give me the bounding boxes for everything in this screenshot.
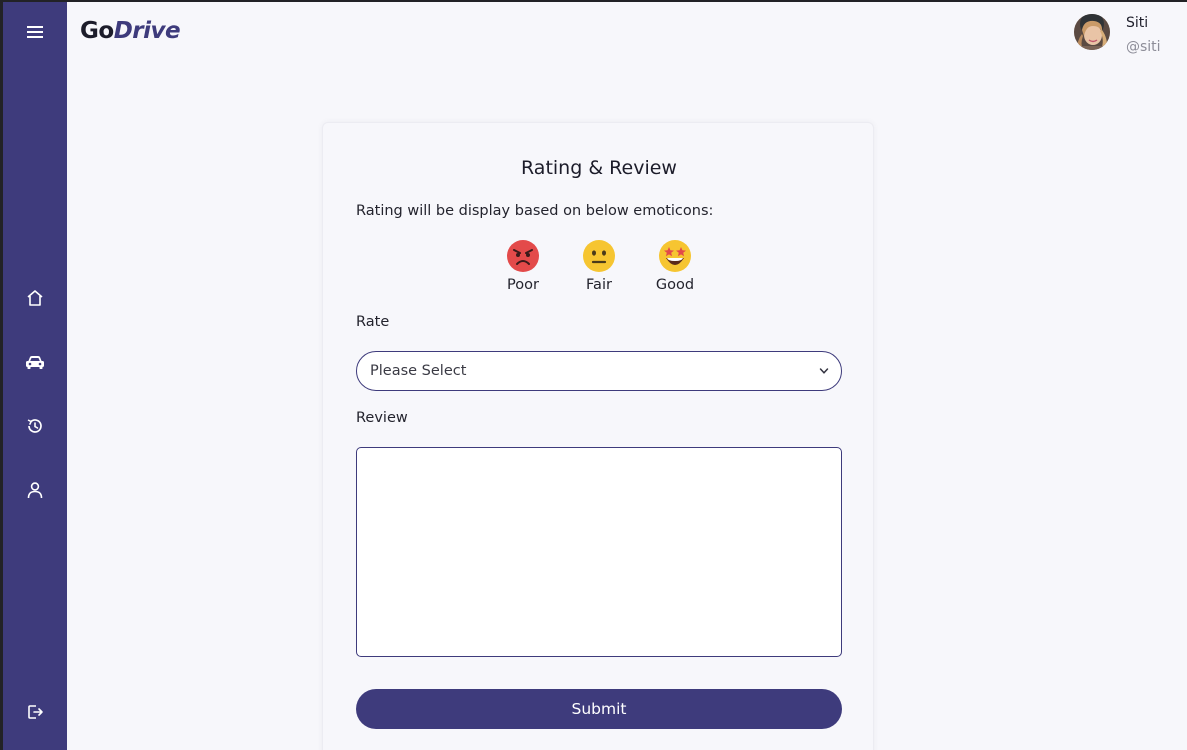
rate-label: Rate [356, 314, 390, 330]
star-struck-face-icon [659, 240, 691, 272]
emoticon-label: Fair [586, 277, 612, 293]
review-textarea[interactable] [356, 447, 842, 657]
car-icon [26, 356, 44, 369]
app-logo[interactable]: GoDrive [80, 18, 181, 44]
avatar-image [1074, 14, 1110, 50]
user-icon [27, 482, 43, 499]
menu-button[interactable] [3, 12, 67, 52]
page-title: Rating & Review [521, 157, 677, 179]
chevron-down-icon [819, 368, 829, 374]
emoticon-good: Good [652, 239, 698, 293]
brand-suffix: Drive [113, 18, 181, 44]
angry-face-icon [507, 240, 539, 272]
user-handle: @siti [1126, 39, 1161, 55]
sidebar-item-home[interactable] [3, 278, 67, 318]
rate-select[interactable]: Please Select [356, 351, 842, 391]
user-meta: Siti @siti [1126, 14, 1161, 56]
window-top-border [0, 0, 1187, 2]
home-icon [27, 290, 43, 306]
avatar[interactable] [1074, 14, 1110, 50]
user-profile[interactable]: Siti @siti [1074, 14, 1161, 56]
logout-button[interactable] [3, 692, 67, 732]
rate-select-value: Please Select [370, 363, 467, 379]
emoticon-poor: Poor [500, 239, 546, 293]
review-label: Review [356, 410, 408, 426]
sidebar-item-profile[interactable] [3, 470, 67, 510]
emoticon-label: Poor [507, 277, 539, 293]
emoticon-label: Good [655, 277, 695, 293]
sidebar-item-history[interactable] [3, 406, 67, 446]
sidebar [3, 2, 67, 750]
rating-description: Rating will be display based on below em… [356, 203, 714, 219]
menu-icon [27, 26, 43, 38]
sidebar-item-car[interactable] [3, 342, 67, 382]
logout-icon [28, 705, 43, 719]
brand-prefix: Go [80, 18, 114, 44]
emoticon-legend: Poor Fair Good [323, 239, 875, 293]
neutral-face-icon [583, 240, 615, 272]
user-name: Siti [1126, 15, 1149, 31]
emoticon-fair: Fair [576, 239, 622, 293]
history-icon [27, 419, 42, 433]
rating-review-card: Rating & Review Rating will be display b… [322, 122, 874, 750]
submit-button[interactable]: Submit [356, 689, 842, 729]
